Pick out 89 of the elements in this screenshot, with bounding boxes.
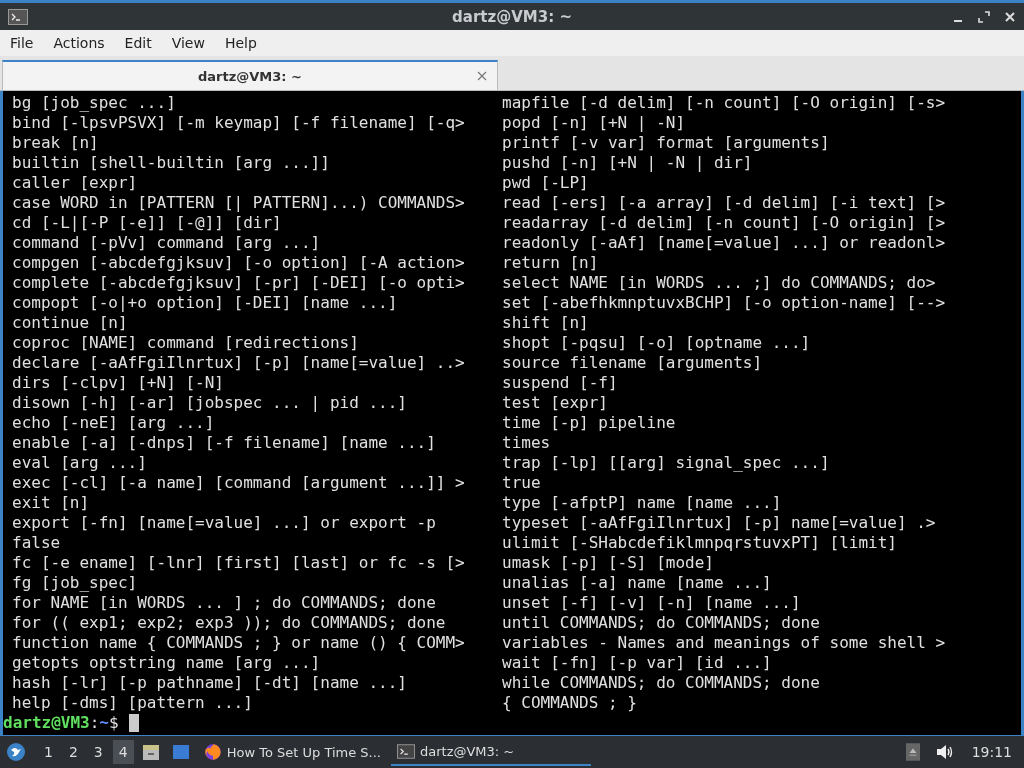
terminal-line: for NAME [in WORDS ... ] ; do COMMANDS; done	[12, 593, 437, 613]
maximize-button[interactable]	[978, 10, 990, 23]
terminal-line: hash [-lr] [-p pathname] [-dt] [name ...]	[12, 673, 408, 693]
shell-prompt: dartz@VM3:~$	[3, 713, 119, 733]
terminal-line: help [-dms] [pattern ...]	[12, 693, 254, 713]
terminal-line: suspend [-f]	[502, 373, 619, 393]
terminal-line: continue [n]	[12, 313, 129, 333]
volume-icon[interactable]	[935, 744, 954, 760]
terminal-line: bind [-lpsvPSVX] [-m keymap] [-f filename] [-q>	[12, 113, 466, 133]
terminal-line: type [-afptP] name [name ...]	[502, 493, 783, 513]
terminal-line: false	[12, 533, 62, 553]
terminal-line: fg [job_spec]	[12, 573, 139, 593]
terminal-line: function name { COMMANDS ; } or name () { COMM>	[12, 633, 466, 653]
terminal-line: readarray [-d delim] [-n count] [-O origin] [>	[502, 213, 947, 233]
terminal-line: variables - Names and meanings of some shell >	[502, 633, 947, 653]
terminal-line: shopt [-pqsu] [-o] [optname ...]	[502, 333, 812, 353]
terminal-line: readonly [-aAf] [name[=value] ...] or readonl>	[502, 233, 947, 253]
terminal-icon	[8, 8, 28, 25]
terminal-line: caller [expr]	[12, 173, 139, 193]
terminal-line: complete [-abcdefgjksuv] [-pr] [-DEI] [-o opti>	[12, 273, 466, 293]
window-title: dartz@VM3: ~	[452, 7, 572, 26]
terminal-line: until COMMANDS; do COMMANDS; done	[502, 613, 821, 633]
terminal-line: popd [-n] [+N | -N]	[502, 113, 687, 133]
terminal-line: getopts optstring name [arg ...]	[12, 653, 322, 673]
terminal-line: exit [n]	[12, 493, 91, 513]
terminal-line: typeset [-aAfFgiIlnrtux] [-p] name[=value] .>	[502, 513, 937, 533]
terminal-line: times	[502, 433, 552, 453]
terminal-line: compopt [-o|+o option] [-DEI] [name ...]	[12, 293, 399, 313]
terminal-line: enable [-a] [-dnps] [-f filename] [name ...]	[12, 433, 437, 453]
workspace-button[interactable]: 2	[62, 740, 84, 764]
taskbar-button[interactable]: How To Set Up Time S...	[197, 738, 387, 766]
terminal-line: pushd [-n] [+N | -N | dir]	[502, 153, 754, 173]
terminal-line: bg [job_spec ...]	[12, 93, 177, 113]
terminal-line: exec [-cl] [-a name] [command [argument ...]] >	[12, 473, 466, 493]
terminal-line: compgen [-abcdefgjksuv] [-o option] [-A action>	[12, 253, 466, 273]
terminal-line: mapfile [-d delim] [-n count] [-O origin] [-s>	[502, 93, 947, 113]
terminal-line: printf [-v var] format [arguments]	[502, 133, 831, 153]
terminal-line: read [-ers] [-a array] [-d delim] [-i text] [>	[502, 193, 947, 213]
eject-icon[interactable]	[905, 742, 920, 762]
workspace-button[interactable]: 4	[112, 740, 134, 764]
terminal-line: fc [-e ename] [-lnr] [first] [last] or fc -s [>	[12, 553, 466, 573]
bird-icon[interactable]	[6, 742, 26, 762]
menu-item[interactable]: Actions	[46, 33, 112, 53]
terminal-line: wait [-fn] [-p var] [id ...]	[502, 653, 773, 673]
terminal-line: test [expr]	[502, 393, 609, 413]
menu-item[interactable]: Help	[217, 33, 264, 53]
terminal-line: time [-p] pipeline	[502, 413, 677, 433]
terminal-line: command [-pVv] command [arg ...]	[12, 233, 322, 253]
terminal-line: dirs [-clpv] [+N] [-N]	[12, 373, 225, 393]
terminal-line: unset [-f] [-v] [-n] [name ...]	[502, 593, 802, 613]
terminal-line: while COMMANDS; do COMMANDS; done	[502, 673, 821, 693]
text-cursor	[128, 714, 139, 732]
terminal-line: source filename [arguments]	[502, 353, 764, 373]
close-icon[interactable]	[477, 71, 487, 81]
terminal-line: pwd [-LP]	[502, 173, 590, 193]
close-button[interactable]	[1004, 10, 1016, 23]
terminal-line: coproc [NAME] command [redirections]	[12, 333, 360, 353]
taskbar-button[interactable]: dartz@VM3: ~	[391, 738, 591, 766]
terminal-line: trap [-lp] [[arg] signal_spec ...]	[502, 453, 831, 473]
terminal-line: builtin [shell-builtin [arg ...]]	[12, 153, 331, 173]
terminal-line: umask [-p] [-S] [mode]	[502, 553, 715, 573]
file-cabinet-icon[interactable]	[140, 742, 161, 762]
workspace-button[interactable]: 3	[87, 740, 109, 764]
terminal-line: break [n]	[12, 133, 100, 153]
terminal-line: case WORD in [PATTERN [| PATTERN]...) COMMANDS>	[12, 193, 466, 213]
terminal-line: shift [n]	[502, 313, 590, 333]
terminal-line: { COMMANDS ; }	[502, 693, 638, 713]
terminal-line: export [-fn] [name[=value] ...] or export -p	[12, 513, 437, 533]
terminal-icon	[397, 743, 415, 759]
browser-icon	[203, 743, 222, 761]
terminal-line: select NAME [in WORDS ... ;] do COMMANDS; do>	[502, 273, 937, 293]
menu-item[interactable]: View	[164, 33, 212, 53]
menu-item[interactable]: File	[3, 33, 41, 53]
terminal-line: echo [-neE] [arg ...]	[12, 413, 216, 433]
terminal-line: cd [-L|[-P [-e]] [-@]] [dir]	[12, 213, 283, 233]
terminal-line: declare [-aAfFgiIlnrtux] [-p] [name[=value] ..>	[12, 353, 466, 373]
terminal-line: set [-abefhkmnptuvxBCHP] [-o option-name] [-->	[502, 293, 947, 313]
terminal-line: unalias [-a] name [name ...]	[502, 573, 773, 593]
terminal-line: return [n]	[502, 253, 600, 273]
desktop-icon[interactable]	[170, 742, 191, 762]
terminal-line: for (( exp1; exp2; exp3 )); do COMMANDS; done	[12, 613, 447, 633]
terminal-line: ulimit [-SHabcdefiklmnpqrstuvxPT] [limit]	[502, 533, 898, 553]
terminal-tab[interactable]: dartz@VM3: ~	[2, 60, 498, 90]
menu-item[interactable]: Edit	[117, 33, 159, 53]
terminal-line: true	[502, 473, 542, 493]
workspace-button[interactable]: 1	[38, 740, 59, 764]
terminal-line: eval [arg ...]	[12, 453, 148, 473]
terminal-line: disown [-h] [-ar] [jobspec ... | pid ...]	[12, 393, 408, 413]
clock: 19:11	[971, 744, 1012, 760]
